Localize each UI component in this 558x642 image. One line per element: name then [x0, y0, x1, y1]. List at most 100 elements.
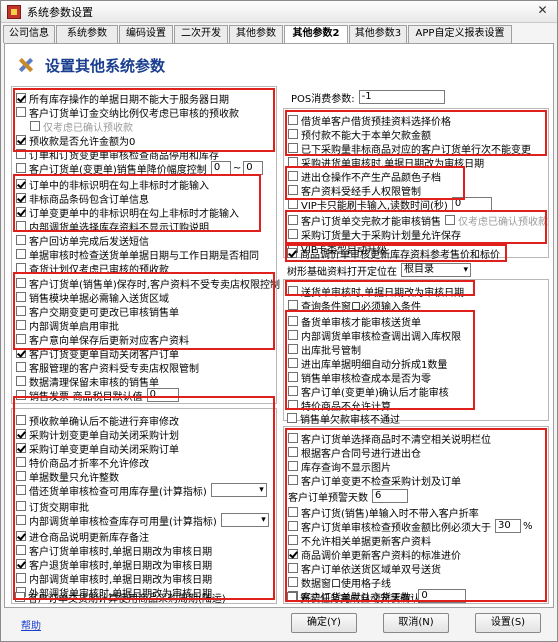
- list-item[interactable]: VIP卡只能刷卡输入,读数时间(秒) 0: [288, 197, 492, 212]
- list-item[interactable]: 销售单欠款审核不通过: [287, 411, 400, 426]
- checkbox[interactable]: [16, 531, 26, 541]
- list-item[interactable]: 查货计划仅考虑已审核的预收款: [16, 261, 169, 276]
- list-item[interactable]: 数据清理保留未审核的销售单: [16, 374, 159, 389]
- list-item[interactable]: 商品调价单更新客户资料的标准进价: [288, 547, 461, 562]
- checkbox[interactable]: [288, 157, 298, 167]
- checkbox[interactable]: [16, 376, 26, 386]
- checkbox[interactable]: [16, 573, 26, 583]
- list-item[interactable]: 进出仓操作不产生产品颜色子档: [288, 169, 441, 184]
- settings-button[interactable]: 设置(S): [475, 613, 541, 633]
- list-item[interactable]: 查询条件窗口必须输入条件: [288, 298, 421, 313]
- checkbox[interactable]: [16, 306, 26, 316]
- list-item[interactable]: 送货单审核时,单据日期改为审核日期: [288, 284, 464, 299]
- list-item[interactable]: 进仓商品说明更新库存备注: [16, 529, 149, 544]
- list-item[interactable]: 客户订货单选择商品时不清空相关说明栏位: [288, 431, 491, 446]
- pos-input[interactable]: -1: [358, 90, 445, 104]
- list-item[interactable]: 客户订货单审核检查预收金额比例必须大于 30%: [288, 519, 533, 534]
- checkbox[interactable]: [16, 457, 26, 467]
- list-item[interactable]: 客户退货单审核时,单据日期改为审核日期: [16, 557, 212, 572]
- list-item[interactable]: 不允许相关单据更新客户资料: [288, 533, 431, 548]
- checkbox[interactable]: [16, 362, 26, 372]
- tab-company-info[interactable]: 公司信息: [3, 25, 55, 43]
- list-item[interactable]: 客服管理的客户资料受专卖店权限管制: [16, 360, 199, 375]
- list-item[interactable]: 客户意向单保存后更新对应客户资料: [16, 332, 189, 347]
- list-item[interactable]: 预收款单确认后不能进行弃审修改: [16, 413, 179, 428]
- list-item[interactable]: 特价商品才折率不允许修改: [16, 455, 149, 470]
- list-item[interactable]: 单据审核时检查送货单单据日期与工作日期是否相同: [16, 247, 259, 262]
- list-item[interactable]: 销售单审核检查成本是否为零: [288, 370, 431, 385]
- checkbox[interactable]: [16, 263, 26, 273]
- checkbox[interactable]: [287, 413, 297, 423]
- list-item[interactable]: 根据客户合同号进行进出仓: [288, 445, 421, 460]
- checkbox[interactable]: [288, 475, 298, 485]
- discount-max-input[interactable]: 0: [243, 161, 264, 175]
- borrow-stock-select[interactable]: [210, 483, 267, 497]
- checkbox[interactable]: [288, 171, 298, 181]
- checkbox[interactable]: [16, 93, 26, 103]
- checkbox[interactable]: [16, 193, 26, 203]
- list-item[interactable]: 客户回访单完成后发送短信: [16, 233, 149, 248]
- checkbox[interactable]: [16, 149, 26, 159]
- checkbox[interactable]: [16, 471, 26, 481]
- ok-button[interactable]: 确定(Y): [291, 613, 357, 633]
- checkbox[interactable]: [288, 386, 298, 396]
- list-item[interactable]: 备货单审核才能审核送货单: [288, 314, 421, 329]
- checkbox[interactable]: [288, 316, 298, 326]
- list-item[interactable]: 非标商品条码包含订单信息: [16, 191, 149, 206]
- help-link[interactable]: 帮助: [21, 617, 41, 632]
- list-item[interactable]: 单据数量只允许整数: [16, 469, 119, 484]
- tab-code-settings[interactable]: 编码设置: [119, 25, 173, 43]
- checkbox[interactable]: [288, 577, 298, 587]
- list-item[interactable]: 采购订货量大于采购计划量允许保存: [288, 227, 461, 242]
- checkbox[interactable]: [16, 515, 26, 525]
- list-item[interactable]: 借还货单审核检查可用库存量(计算指标): [16, 483, 267, 498]
- checkbox[interactable]: [16, 278, 26, 288]
- list-item[interactable]: 安装任务完成自动安装确认: [287, 590, 420, 605]
- checkbox[interactable]: [16, 348, 26, 358]
- checkbox[interactable]: [288, 330, 298, 340]
- list-item[interactable]: 销售模块单据必需输入送货区域: [16, 290, 169, 305]
- list-item[interactable]: 所有库存操作的单据日期不能大于服务器日期: [16, 91, 229, 106]
- checkbox[interactable]: [288, 199, 298, 209]
- checkbox[interactable]: [287, 248, 297, 258]
- list-item[interactable]: 商品调价单审核更新库存资料参考售价和标价: [287, 246, 500, 261]
- checkbox[interactable]: [16, 545, 26, 555]
- checkbox[interactable]: [288, 507, 298, 517]
- checkbox[interactable]: [16, 221, 26, 231]
- list-item[interactable]: 客户资料受经手人权限管制: [288, 183, 421, 198]
- list-item[interactable]: 借货单客户借货预挂资料选择价格: [288, 113, 451, 128]
- list-item[interactable]: 客户订单(变更单)确认后才能审核: [288, 384, 449, 399]
- checkbox[interactable]: [288, 400, 298, 410]
- default-delivery-days-input[interactable]: 0: [418, 589, 467, 603]
- discount-min-input[interactable]: 0: [210, 161, 231, 175]
- tab-other-params-2[interactable]: 其他参数2: [284, 25, 348, 44]
- cancel-button[interactable]: 取消(N): [383, 613, 449, 633]
- checkbox[interactable]: [16, 429, 26, 439]
- tab-other-params[interactable]: 其他参数: [229, 25, 283, 43]
- list-item[interactable]: 订单中的非标识明在勾上非标时才能输入: [16, 177, 209, 192]
- list-item[interactable]: 客户订货单(变更单)销售单降价幅度控制 0 ~0: [16, 161, 264, 176]
- checkbox[interactable]: [288, 300, 298, 310]
- checkbox[interactable]: [288, 129, 298, 139]
- transfer-stock-select[interactable]: [220, 513, 269, 527]
- checkbox[interactable]: [16, 207, 26, 217]
- list-item[interactable]: 库存查询不显示图片: [288, 459, 391, 474]
- list-item[interactable]: 客户订货单审核时,单据日期改为审核日期: [16, 543, 212, 558]
- checkbox[interactable]: [16, 390, 26, 400]
- checkbox[interactable]: [288, 358, 298, 368]
- checkbox[interactable]: [16, 334, 26, 344]
- checkbox[interactable]: [16, 485, 26, 495]
- checkbox[interactable]: [288, 143, 298, 153]
- list-item[interactable]: 数据窗口使用格子线: [288, 575, 391, 590]
- tab-secondary-dev[interactable]: 二次开发: [174, 25, 228, 43]
- list-item[interactable]: 客户订货单(销售单)保存时,客户资料不受专卖店权限控制: [16, 276, 280, 291]
- vip-read-time-input[interactable]: 0: [451, 197, 492, 211]
- checkbox[interactable]: [16, 501, 26, 511]
- checkbox[interactable]: [16, 249, 26, 259]
- checkbox[interactable]: [15, 592, 25, 602]
- list-item[interactable]: 内部调货单启用审批: [16, 318, 119, 333]
- checkbox[interactable]: [16, 135, 26, 145]
- checkbox[interactable]: [288, 433, 298, 443]
- list-item[interactable]: 出库批号管制: [288, 342, 361, 357]
- list-item[interactable]: 订单和订货变更单审核检查商品停用和库存: [16, 147, 219, 162]
